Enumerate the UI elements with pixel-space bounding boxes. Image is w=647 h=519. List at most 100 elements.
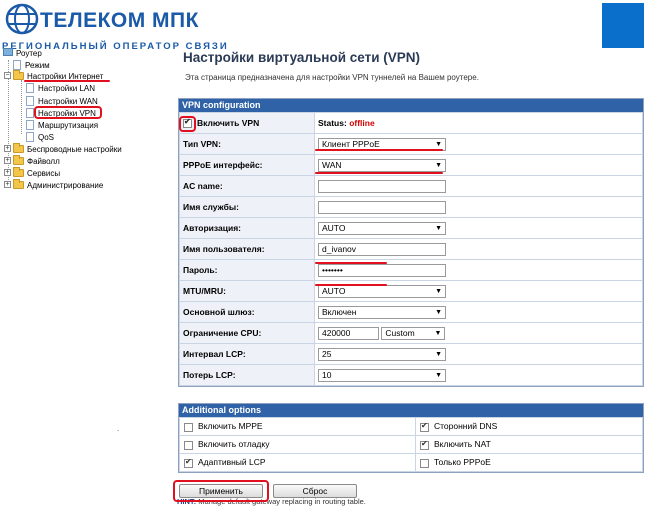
third-dns-checkbox[interactable] [420,421,429,432]
form-row: AC name: [179,175,643,197]
form-cell: AUTO ▼ [314,280,643,302]
page-icon [26,83,34,93]
hint-message: Manage default gateway replacing in rout… [198,497,366,506]
option-cell: Адаптивный LCP [179,453,416,472]
gateway-select[interactable]: Включен ▼ [318,305,446,319]
cpu-limit-mode-value: Custom [385,327,415,338]
auth-label: Авторизация: [179,217,315,239]
form-row: Авторизация: AUTO ▼ [179,217,643,239]
expand-icon[interactable]: + [4,169,11,176]
sidebar-item-label: Файволл [27,157,60,166]
enable-vpn-checkbox[interactable] [183,117,192,129]
option-cell: Включить отладку [179,435,416,454]
form-row: Основной шлюз: Включен ▼ [179,301,643,323]
options-row: Адаптивный LCP Только PPPoE [179,453,643,472]
mtu-label: MTU/MRU: [179,280,315,302]
brand-block [602,3,644,48]
pppoe-iface-select[interactable]: WAN ▼ [318,158,446,172]
dropdown-arrow-icon: ▼ [435,287,442,295]
dropdown-arrow-icon: ▼ [434,329,442,337]
ac-name-input[interactable] [318,179,446,193]
tree-line [21,80,22,134]
vpn-config-panel: VPN configuration Включить VPN Status: o… [178,98,644,387]
apply-button[interactable]: Применить [179,484,263,498]
mppe-label: Включить MPPE [198,421,263,432]
pppoe-iface-value: WAN [322,159,342,170]
sidebar-item-label: Режим [25,61,50,70]
additional-options-panel: Additional options Включить MPPE Сторонн… [178,403,644,473]
form-row: MTU/MRU: AUTO ▼ [179,280,643,302]
brand-name: ТЕЛЕКОМ МПК [40,9,199,32]
sidebar-item-label: Беспроводные настройки [27,145,122,154]
status-cell: Status: offline [314,112,643,134]
gateway-label: Основной шлюз: [179,301,315,323]
lcp-loss-select[interactable]: 10 ▼ [318,368,446,382]
vpn-type-label: Тип VPN: [179,133,315,155]
expand-icon[interactable]: + [4,157,11,164]
service-name-input[interactable] [318,200,446,214]
username-label: Имя пользователя: [179,238,315,260]
options-row: Включить MPPE Сторонний DNS [179,417,643,436]
folder-icon [13,155,24,165]
username-input[interactable]: d_ivanov [318,242,446,256]
router-icon [3,48,13,56]
page-icon [26,96,34,106]
lcp-interval-label: Интервал LCP: [179,343,315,365]
form-cell: 420000 Custom ▼ [314,322,643,344]
sidebar-item-label: Настройки Интернет [27,72,104,81]
vpn-config-table: Включить VPN Status: offline Тип VPN: Кл… [179,112,643,386]
additional-options-table: Включить MPPE Сторонний DNS Включить отл… [179,417,643,472]
lcp-interval-value: 25 [322,348,332,359]
hint-prefix: HINT: [177,497,197,506]
pppoe-only-checkbox[interactable] [420,458,429,468]
lcp-loss-value: 10 [322,369,332,380]
adaptive-lcp-checkbox[interactable] [184,457,193,468]
debug-checkbox[interactable] [184,440,193,450]
form-cell: 25 ▼ [314,343,643,365]
form-cell: d_ivanov [314,238,643,260]
vpn-type-select[interactable]: Клиент PPPoE ▼ [318,137,446,151]
brand-logo: ТЕЛЕКОМ МПК РЕГИОНАЛЬНЫЙ ОПЕРАТОР СВЯЗИ [2,3,227,52]
auth-select[interactable]: AUTO ▼ [318,221,446,235]
gateway-value: Включен [322,306,357,317]
lcp-interval-select[interactable]: 25 ▼ [318,347,446,361]
nat-checkbox[interactable] [420,439,429,450]
nat-label: Включить NAT [434,439,491,450]
globe-icon [5,3,39,35]
dropdown-arrow-icon: ▼ [435,308,442,316]
sidebar-item-label: Администрирование [27,181,104,190]
status-label: Status: [318,118,347,128]
enable-vpn-label: Включить VPN [197,117,260,128]
form-row: Имя службы: [179,196,643,218]
third-dns-label: Сторонний DNS [434,421,498,432]
cpu-limit-input[interactable]: 420000 [318,326,379,340]
form-row: Интервал LCP: 25 ▼ [179,343,643,365]
form-cell: Клиент PPPoE ▼ [314,133,643,155]
form-cell [314,175,643,197]
folder-icon [13,70,24,80]
dropdown-arrow-icon: ▼ [435,371,442,379]
folder-icon [13,179,24,189]
option-cell: Включить NAT [415,435,643,454]
reset-button[interactable]: Сброс [273,484,357,498]
form-row: PPPoE интерфейс: WAN ▼ [179,154,643,176]
mppe-checkbox[interactable] [184,422,193,432]
expand-icon[interactable]: + [4,181,11,188]
cpu-limit-mode-select[interactable]: Custom ▼ [381,326,446,340]
form-cell [314,196,643,218]
form-row: Имя пользователя: d_ivanov [179,238,643,260]
hint-text: HINT: Manage default gateway replacing i… [177,497,366,506]
dropdown-arrow-icon: ▼ [435,161,442,169]
form-cell: WAN ▼ [314,154,643,176]
collapse-icon[interactable]: − [4,72,11,79]
vpn-config-heading: VPN configuration [179,99,643,112]
enable-row: Включить VPN Status: offline [179,112,643,134]
auth-value: AUTO [322,222,346,233]
expand-icon[interactable]: + [4,145,11,152]
mtu-value: AUTO [322,285,346,296]
lcp-loss-label: Потерь LCP: [179,364,315,386]
additional-options-heading: Additional options [179,404,643,417]
password-input[interactable]: ••••••• [318,263,446,277]
mtu-select[interactable]: AUTO ▼ [318,284,446,298]
page-description: Эта страница предназначена для настройки… [185,73,479,82]
